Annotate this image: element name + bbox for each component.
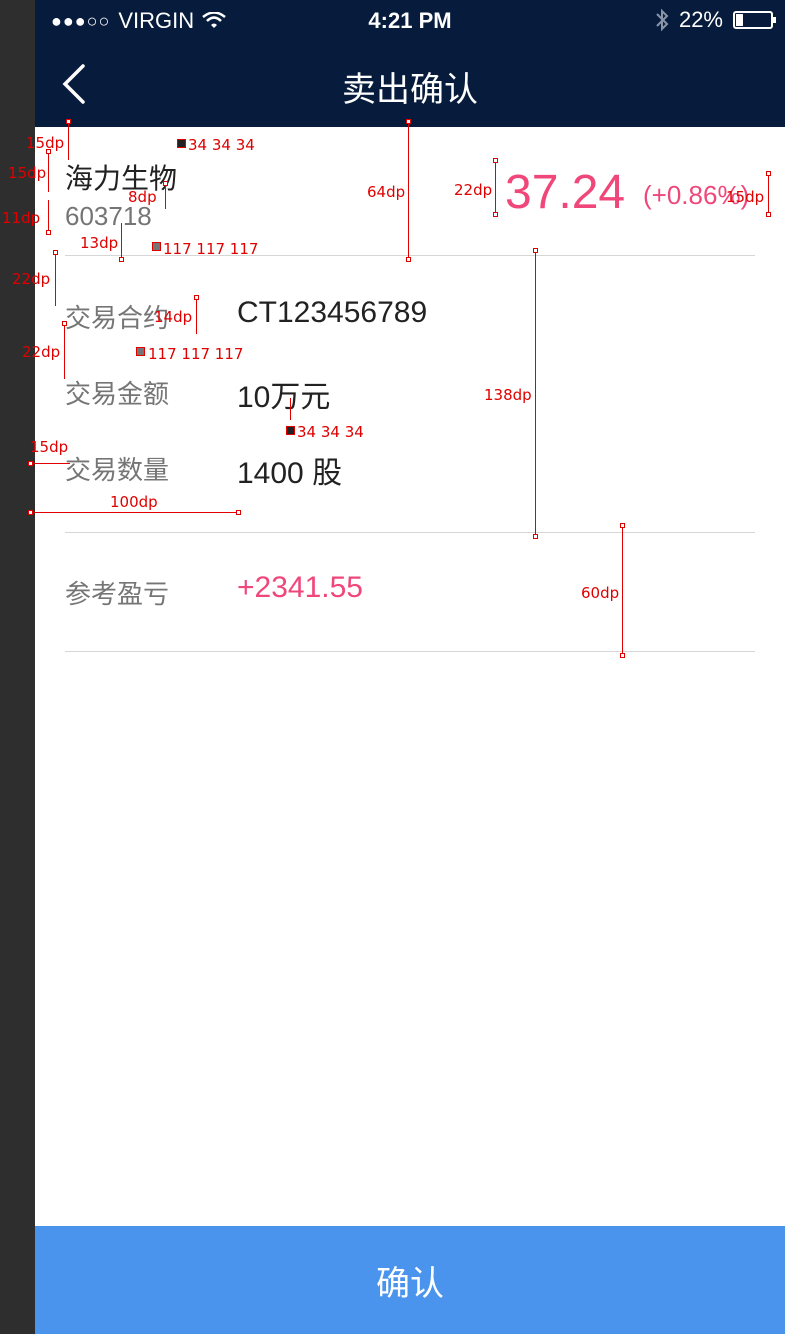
measure-marker xyxy=(620,653,625,658)
contract-value: CT123456789 xyxy=(237,296,428,329)
measure-label: 22dp xyxy=(22,343,61,361)
measure-label: 8dp xyxy=(128,188,157,206)
measure-marker xyxy=(533,534,538,539)
measure-line xyxy=(408,122,409,260)
status-bar: ●●●○○ VIRGIN 4:21 PM 22% xyxy=(35,0,785,40)
measure-label: 15dp xyxy=(8,164,47,182)
measure-line xyxy=(768,173,769,215)
measure-line xyxy=(196,298,197,334)
amount-label: 交易金额 xyxy=(65,379,170,409)
measure-label: 15dp xyxy=(726,188,765,206)
measure-line xyxy=(495,161,496,215)
stock-price: 37.24 xyxy=(505,166,626,219)
color-label: 117 117 117 xyxy=(148,345,244,363)
measure-marker xyxy=(46,149,51,154)
measure-line xyxy=(622,526,623,656)
battery-icon xyxy=(733,11,776,29)
bluetooth-icon xyxy=(656,8,669,32)
color-swatch xyxy=(177,139,186,148)
measure-line xyxy=(30,512,240,513)
measure-label: 60dp xyxy=(581,584,620,602)
battery-percent: 22% xyxy=(678,7,723,32)
measure-line xyxy=(55,252,56,306)
quantity-label: 交易数量 xyxy=(65,455,170,485)
measure-line xyxy=(121,223,122,260)
profit-value: +2341.55 xyxy=(237,571,363,604)
measure-marker xyxy=(766,212,771,217)
color-label: 34 34 34 xyxy=(188,136,255,154)
measure-line xyxy=(68,122,69,160)
measure-marker xyxy=(620,523,625,528)
measure-label: 15dp xyxy=(30,438,69,456)
color-swatch xyxy=(136,347,145,356)
measure-marker xyxy=(236,510,241,515)
measure-label: 11dp xyxy=(2,209,41,227)
amount-value: 10万元 xyxy=(237,381,331,414)
measure-marker xyxy=(62,321,67,326)
measure-line xyxy=(48,152,49,192)
measure-line xyxy=(48,200,49,233)
nav-bar: 卖出确认 xyxy=(35,40,785,127)
measure-label: 13dp xyxy=(80,234,119,252)
measure-label: 64dp xyxy=(367,183,406,201)
measure-marker xyxy=(46,230,51,235)
measure-marker xyxy=(406,119,411,124)
divider xyxy=(65,532,755,533)
measure-line xyxy=(165,183,166,209)
measure-label: 100dp xyxy=(110,493,158,511)
measure-line xyxy=(30,463,70,464)
measure-marker xyxy=(119,257,124,262)
color-label: 34 34 34 xyxy=(297,423,364,441)
measure-marker xyxy=(66,119,71,124)
measure-label: 22dp xyxy=(12,270,51,288)
color-swatch xyxy=(286,426,295,435)
quantity-value: 1400 股 xyxy=(237,457,343,490)
measure-label: 22dp xyxy=(454,181,493,199)
divider xyxy=(65,651,755,652)
measure-marker xyxy=(493,158,498,163)
measure-line xyxy=(535,251,536,537)
measure-label: 14dp xyxy=(154,308,193,326)
measure-marker xyxy=(766,171,771,176)
measure-line xyxy=(290,398,291,420)
measure-line xyxy=(64,324,65,379)
page-title: 卖出确认 xyxy=(342,71,478,109)
measure-marker xyxy=(163,181,168,186)
measure-marker xyxy=(493,212,498,217)
left-margin-strip xyxy=(0,0,35,1334)
profit-label: 参考盈亏 xyxy=(65,579,170,609)
measure-marker xyxy=(406,257,411,262)
measure-marker xyxy=(28,461,33,466)
measure-label: 138dp xyxy=(484,386,532,404)
measure-marker xyxy=(28,510,33,515)
stock-name: 海力生物 xyxy=(65,163,178,194)
color-swatch xyxy=(152,242,161,251)
measure-marker xyxy=(533,248,538,253)
color-label: 117 117 117 xyxy=(163,240,259,258)
status-right: 22% xyxy=(655,7,776,33)
measure-marker xyxy=(53,250,58,255)
confirm-button[interactable]: 确认 xyxy=(35,1226,785,1334)
measure-marker xyxy=(194,295,199,300)
